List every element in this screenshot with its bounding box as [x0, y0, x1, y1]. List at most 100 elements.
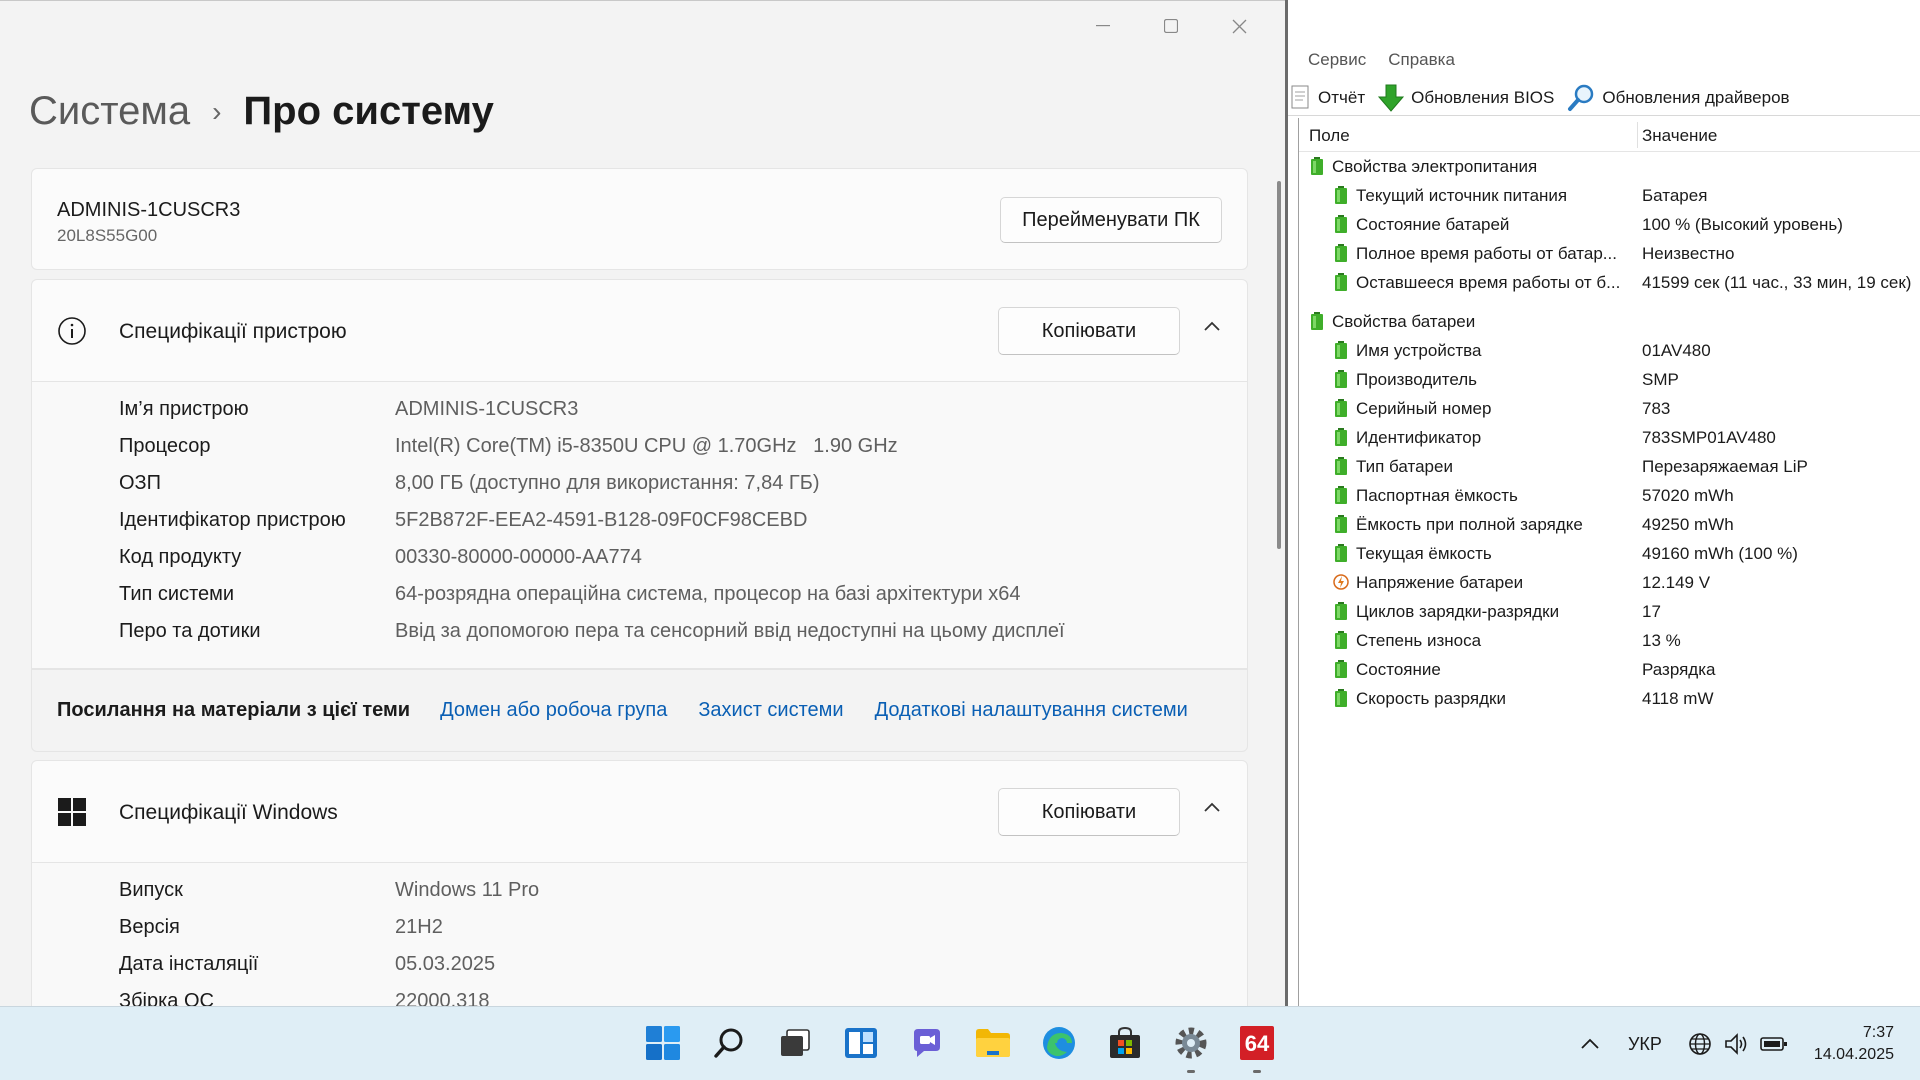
search-button[interactable]: [707, 1021, 751, 1065]
property-row[interactable]: Полное время работы от батар... Неизвестн…: [1299, 239, 1920, 268]
bios-update-button[interactable]: Обновления BIOS: [1377, 83, 1554, 113]
task-view-icon: [781, 1029, 810, 1056]
driver-update-label: Обновления драйверов: [1602, 87, 1790, 107]
clock-date: 14.04.2025: [1813, 1046, 1894, 1063]
property-field: Идентификатор: [1356, 428, 1482, 447]
column-field[interactable]: Поле: [1309, 126, 1350, 146]
column-divider[interactable]: [1637, 122, 1638, 148]
menu-help[interactable]: Справка: [1388, 50, 1455, 70]
store-button[interactable]: [1103, 1021, 1147, 1065]
group-row[interactable]: Свойства батареи: [1299, 307, 1920, 336]
aida64-button[interactable]: 64: [1235, 1021, 1279, 1073]
info-icon: [58, 317, 86, 345]
taskbar: 64 УКР 7:37 14.04.2025: [0, 1006, 1920, 1080]
property-row[interactable]: Ёмкость при полной зарядке 49250 mWh: [1299, 510, 1920, 539]
start-button[interactable]: [641, 1021, 685, 1065]
menu-service[interactable]: Сервис: [1308, 50, 1366, 70]
copy-windows-specs-button[interactable]: Копіювати: [998, 788, 1180, 836]
link-system-protection[interactable]: Захист системи: [698, 699, 843, 722]
aida-toolbar: Отчёт Обновления BIOS Обновления драйвер…: [1288, 80, 1920, 116]
battery-tray-button[interactable]: [1760, 1007, 1788, 1080]
windows-specs-body: Випуск Windows 11 Pro Версія 21H2 Дата і…: [31, 863, 1248, 1006]
spec-value: 64-розрядна операційна система, процесор…: [395, 583, 1021, 605]
spec-label: Дата інсталяції: [119, 953, 259, 975]
chevron-up-icon[interactable]: [1203, 320, 1221, 332]
property-row[interactable]: Текущая ёмкость 49160 mWh (100 %): [1299, 539, 1920, 568]
property-row[interactable]: Состояние батарей 100 % (Высокий уровень): [1299, 210, 1920, 239]
property-row[interactable]: Серийный номер 783: [1299, 394, 1920, 423]
clock[interactable]: 7:37 14.04.2025: [1814, 1022, 1894, 1066]
settings-button[interactable]: [1169, 1021, 1213, 1073]
property-field: Имя устройства: [1356, 341, 1482, 360]
property-row[interactable]: Оставшееся время работы от б... 41599 сек…: [1299, 268, 1920, 297]
property-value: 783: [1642, 399, 1671, 418]
property-row[interactable]: Текущий источник питания Батарея: [1299, 181, 1920, 210]
column-value[interactable]: Значение: [1642, 126, 1717, 146]
property-value: 49160 mWh (100 %): [1642, 544, 1798, 563]
file-explorer-button[interactable]: [971, 1021, 1015, 1065]
spec-value: 5F2B872F-EEA2-4591-B128-09F0CF98CEBD: [395, 509, 808, 531]
magnifier-icon: [1568, 84, 1594, 111]
file-explorer-icon: [976, 1029, 1010, 1057]
close-button[interactable]: [1205, 11, 1273, 41]
link-domain-workgroup[interactable]: Домен або робоча група: [440, 699, 667, 722]
battery-icon: [1760, 1037, 1787, 1051]
chevron-up-icon[interactable]: [1203, 801, 1221, 813]
property-value: Батарея: [1642, 186, 1708, 205]
property-row[interactable]: Степень износа 13 %: [1299, 626, 1920, 655]
property-row[interactable]: Паспортная ёмкость 57020 mWh: [1299, 481, 1920, 510]
rename-pc-button[interactable]: Перейменувати ПК: [1000, 197, 1222, 243]
spec-label: Ім’я пристрою: [119, 398, 249, 420]
property-row[interactable]: Состояние Разрядка: [1299, 655, 1920, 684]
aida-menu-bar: Сервис Справка: [1308, 50, 1477, 70]
vertical-scrollbar[interactable]: [1277, 181, 1281, 549]
property-row[interactable]: Скорость разрядки 4118 mW: [1299, 684, 1920, 713]
minimize-button[interactable]: [1069, 11, 1137, 41]
maximize-button[interactable]: [1137, 11, 1205, 41]
property-row[interactable]: Тип батареи Перезаряжаемая LiP: [1299, 452, 1920, 481]
pc-name: ADMINIS-1CUSCR3: [57, 199, 241, 221]
property-value: 41599 сек (11 час., 33 мин, 19 сек): [1642, 273, 1912, 292]
property-row[interactable]: Циклов зарядки-разрядки 17: [1299, 597, 1920, 626]
group-row[interactable]: Свойства электропитания: [1299, 152, 1920, 181]
breadcrumb-parent[interactable]: Система: [29, 89, 190, 134]
property-row[interactable]: Напряжение батареи 12.149 V: [1299, 568, 1920, 597]
widgets-button[interactable]: [839, 1021, 883, 1065]
battery-icon: [1311, 312, 1323, 330]
network-icon-button[interactable]: [1688, 1007, 1712, 1080]
device-specs-header[interactable]: Специфікації пристрою Копіювати: [31, 279, 1248, 382]
property-value: 17: [1642, 602, 1661, 621]
show-hidden-icons-button[interactable]: [1580, 1007, 1600, 1080]
battery-icon: [1335, 602, 1347, 620]
property-row[interactable]: Производитель SMP: [1299, 365, 1920, 394]
chevron-right-icon: ›: [212, 95, 222, 127]
language-indicator[interactable]: УКР: [1628, 1007, 1662, 1080]
start-icon: [646, 1026, 680, 1060]
edge-button[interactable]: [1037, 1021, 1081, 1065]
spec-label: Версія: [119, 916, 180, 938]
property-value: 01AV480: [1642, 341, 1711, 360]
property-row[interactable]: Имя устройства 01AV480: [1299, 336, 1920, 365]
group-title: Свойства электропитания: [1332, 157, 1538, 176]
driver-update-button[interactable]: Обновления драйверов: [1566, 83, 1790, 113]
aida-property-list: Поле Значение Свойства электропитания Тек…: [1298, 118, 1920, 1006]
report-label: Отчёт: [1318, 87, 1366, 107]
link-advanced-system-settings[interactable]: Додаткові налаштування системи: [875, 699, 1188, 722]
spec-label: Ідентифікатор пристрою: [119, 509, 346, 531]
property-field: Скорость разрядки: [1356, 689, 1506, 708]
settings-icon: [1175, 1027, 1207, 1059]
windows-specs-header[interactable]: Специфікації Windows Копіювати: [31, 760, 1248, 863]
report-button[interactable]: Отчёт: [1290, 84, 1365, 112]
task-view-button[interactable]: [773, 1021, 817, 1065]
property-field: Полное время работы от батар...: [1356, 244, 1617, 263]
battery-icon: [1335, 428, 1347, 446]
volume-button[interactable]: [1724, 1007, 1750, 1080]
property-value: 783SMP01AV480: [1642, 428, 1776, 447]
window-controls: [1069, 11, 1273, 41]
copy-device-specs-button[interactable]: Копіювати: [998, 307, 1180, 355]
chat-button[interactable]: [905, 1021, 949, 1065]
battery-icon: [1335, 370, 1347, 388]
property-row[interactable]: Идентификатор 783SMP01AV480: [1299, 423, 1920, 452]
chat-icon: [914, 1029, 940, 1057]
property-field: Текущий источник питания: [1356, 186, 1568, 205]
